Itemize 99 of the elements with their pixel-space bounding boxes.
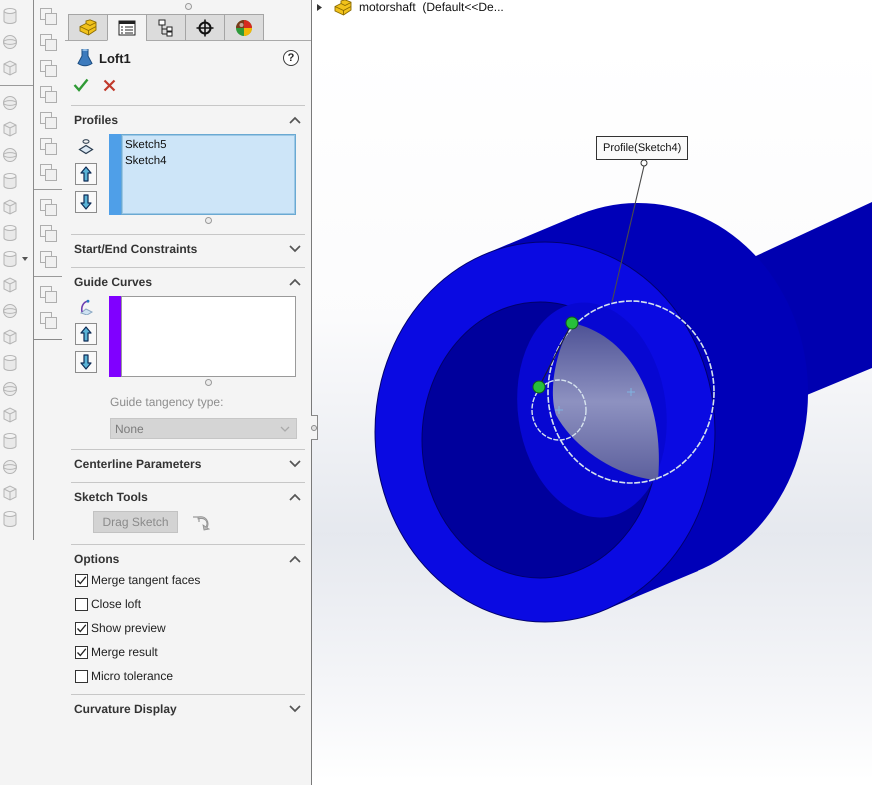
chevron-up-icon[interactable] xyxy=(289,493,301,501)
list-item[interactable]: Sketch5 xyxy=(125,137,167,153)
cylinder-icon[interactable] xyxy=(2,172,18,190)
checkbox-label[interactable]: Micro tolerance xyxy=(91,669,174,683)
overlapping-squares-icon[interactable] xyxy=(40,286,56,302)
checkbox[interactable] xyxy=(75,670,88,682)
resize-handle-icon[interactable] xyxy=(205,378,212,386)
chevron-up-icon[interactable] xyxy=(289,116,301,124)
box-icon[interactable] xyxy=(2,59,18,77)
circle-diamond-icon xyxy=(78,139,94,155)
sphere-icon[interactable] xyxy=(2,302,18,320)
box-icon[interactable] xyxy=(2,484,18,502)
checkbox-label[interactable]: Merge tangent faces xyxy=(91,573,200,587)
overlapping-squares-icon[interactable] xyxy=(40,250,56,268)
resize-handle-icon[interactable] xyxy=(311,424,317,430)
section-title[interactable]: Guide Curves xyxy=(74,275,152,289)
tree-icon xyxy=(158,18,174,36)
sphere-icon[interactable] xyxy=(2,458,18,476)
overlapping-squares-icon[interactable] xyxy=(40,112,56,128)
selection-list[interactable] xyxy=(121,296,296,377)
box-icon[interactable] xyxy=(2,120,18,138)
cylinder-icon[interactable] xyxy=(2,224,18,242)
sphere-icon[interactable] xyxy=(2,94,18,112)
checkbox[interactable] xyxy=(75,574,88,586)
checkbox-label[interactable]: Show preview xyxy=(91,621,166,635)
move-up-button[interactable] xyxy=(75,163,97,185)
center-mark-icon xyxy=(626,388,636,396)
checkbox-label[interactable]: Close loft xyxy=(91,597,142,611)
section-title[interactable]: Centerline Parameters xyxy=(74,457,202,471)
center-mark-icon xyxy=(554,406,564,414)
curve-icon xyxy=(78,299,94,315)
checkmark-icon xyxy=(73,78,89,92)
checkbox-label[interactable]: Merge result xyxy=(91,645,158,659)
list-item[interactable]: Sketch4 xyxy=(125,153,167,169)
overlapping-squares-icon[interactable] xyxy=(40,164,56,180)
move-down-button[interactable] xyxy=(75,191,97,213)
section-title[interactable]: Profiles xyxy=(74,113,118,127)
chevron-up-icon[interactable] xyxy=(289,555,301,563)
checkbox[interactable] xyxy=(75,598,88,610)
panel-tab[interactable] xyxy=(107,14,147,41)
sphere-icon xyxy=(235,18,253,36)
sphere-icon[interactable] xyxy=(2,380,18,398)
overlapping-squares-icon[interactable] xyxy=(40,312,56,328)
overlapping-squares-icon[interactable] xyxy=(40,198,56,216)
resize-handle-icon[interactable] xyxy=(184,2,192,10)
arrow-up-icon xyxy=(80,166,92,182)
cylinder-icon[interactable] xyxy=(2,7,18,25)
box-icon[interactable] xyxy=(2,198,18,216)
chevron-up-icon[interactable] xyxy=(289,278,301,286)
arrow-down-icon xyxy=(80,194,92,210)
sphere-icon[interactable] xyxy=(2,33,18,51)
resize-handle-icon[interactable] xyxy=(205,216,212,224)
dropdown-arrow-icon[interactable] xyxy=(22,257,28,261)
callout-label: Profile(Sketch4) xyxy=(596,136,688,160)
field-label: Guide tangency type: xyxy=(110,394,224,410)
checkbox[interactable] xyxy=(75,646,88,658)
overlapping-squares-icon[interactable] xyxy=(40,34,56,50)
sphere-icon[interactable] xyxy=(2,146,18,164)
overlapping-squares-icon[interactable] xyxy=(40,224,56,242)
help-button[interactable]: ? xyxy=(283,50,299,66)
arrow-down-icon xyxy=(80,354,92,370)
overlapping-squares-icon[interactable] xyxy=(40,60,56,76)
tree-item-label[interactable]: motorshaft (Default<<De... xyxy=(359,0,504,14)
chevron-down-icon[interactable] xyxy=(289,245,301,253)
panel-tab[interactable] xyxy=(146,14,186,41)
overlapping-squares-icon[interactable] xyxy=(40,138,56,154)
chevron-down-icon xyxy=(280,426,290,432)
chevron-down-icon[interactable] xyxy=(289,705,301,713)
blocks-icon xyxy=(334,0,353,16)
selection-list[interactable]: Sketch5 Sketch4 xyxy=(121,134,296,215)
blocks-icon xyxy=(78,19,98,36)
chevron-down-icon[interactable] xyxy=(289,460,301,468)
checkbox[interactable] xyxy=(75,622,88,634)
list-icon xyxy=(118,20,136,36)
cylinder-icon[interactable] xyxy=(2,510,18,528)
cylinder-icon[interactable] xyxy=(2,432,18,450)
overlapping-squares-icon[interactable] xyxy=(40,86,56,102)
collapsed-arrow-icon[interactable] xyxy=(316,4,323,10)
box-icon[interactable] xyxy=(2,276,18,294)
move-up-button[interactable] xyxy=(75,323,97,345)
section-title[interactable]: Start/End Constraints xyxy=(74,242,198,256)
feature-title: Loft1 xyxy=(99,50,131,66)
crosshair-icon xyxy=(196,18,214,36)
section-title[interactable]: Curvature Display xyxy=(74,702,177,716)
overlapping-squares-icon[interactable] xyxy=(40,8,56,24)
section-title[interactable]: Options xyxy=(74,552,120,566)
section-title[interactable]: Sketch Tools xyxy=(74,490,148,504)
box-icon[interactable] xyxy=(2,328,18,346)
arrow-up-icon xyxy=(80,326,92,342)
close-icon xyxy=(102,78,116,92)
move-down-button[interactable] xyxy=(75,351,97,373)
cylinder-icon[interactable] xyxy=(2,354,18,372)
splitter-tab[interactable] xyxy=(311,415,318,440)
panel-tab[interactable] xyxy=(185,14,225,41)
panel-tab[interactable] xyxy=(224,14,264,41)
undo-icon[interactable] xyxy=(192,514,210,530)
ok-button[interactable] xyxy=(72,76,90,94)
loft-feature-icon xyxy=(77,48,93,68)
box-icon[interactable] xyxy=(2,406,18,424)
